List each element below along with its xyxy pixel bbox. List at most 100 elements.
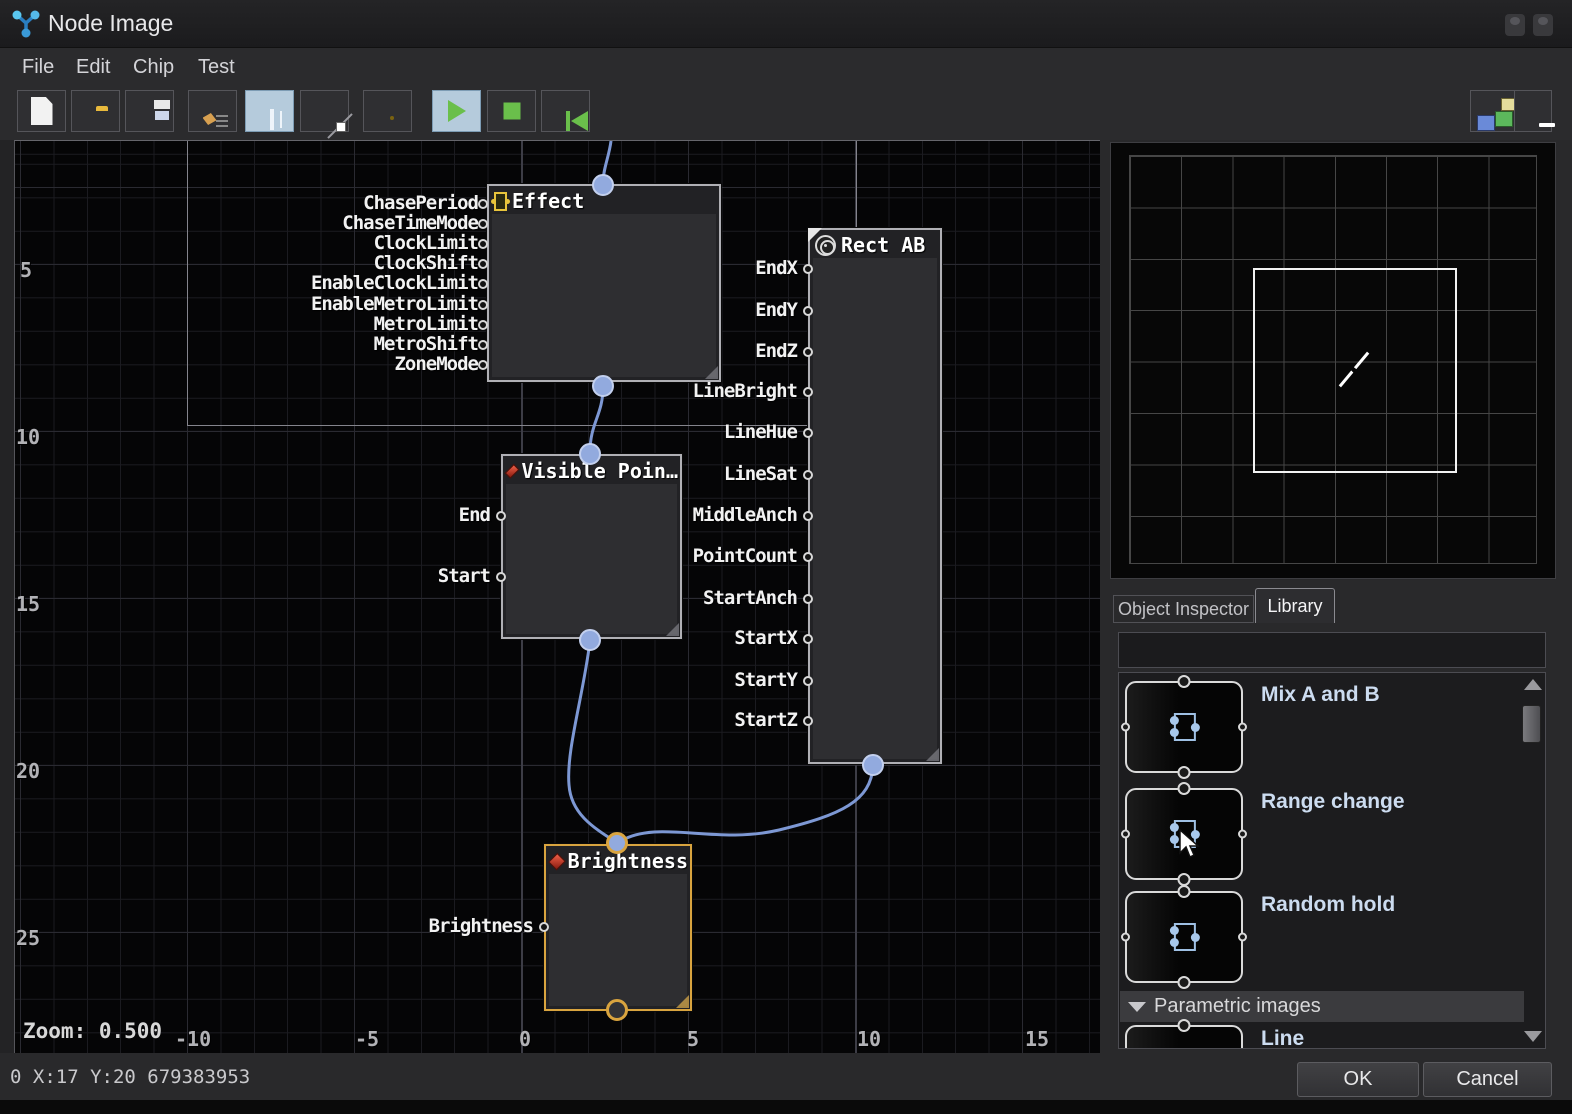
input-label: StartZ: [734, 709, 797, 731]
app-window: Node Image File Edit Chip Test Show it n…: [0, 0, 1572, 1114]
node-visible-points[interactable]: Visible Poin…: [501, 454, 682, 639]
layers-button[interactable]: [1470, 90, 1519, 132]
flow-port-in[interactable]: [592, 174, 614, 196]
scrollbar-thumb[interactable]: [1522, 705, 1541, 743]
open-file-button[interactable]: [71, 90, 120, 132]
library-item-thumbnail[interactable]: [1125, 891, 1243, 983]
new-file-button[interactable]: [17, 90, 66, 132]
tab-library[interactable]: Library: [1255, 588, 1335, 623]
resize-grip[interactable]: [666, 623, 679, 636]
diamond-icon: [548, 852, 565, 869]
input-pin[interactable]: [803, 306, 813, 316]
input-pin[interactable]: [478, 219, 488, 229]
input-pin[interactable]: [478, 259, 488, 269]
input-pin[interactable]: [803, 387, 813, 397]
library-section-parametric-images[interactable]: Parametric images: [1120, 991, 1524, 1022]
input-pin[interactable]: [803, 634, 813, 644]
input-pin[interactable]: [478, 340, 488, 350]
node-rect-ab[interactable]: Rect AB: [808, 228, 942, 764]
mouse-cursor: [1177, 829, 1203, 861]
input-label: MetroLimit: [374, 313, 478, 335]
play-button[interactable]: [432, 90, 481, 132]
input-pin[interactable]: [803, 716, 813, 726]
x-tick: 15: [1025, 1027, 1049, 1051]
input-pin[interactable]: [803, 264, 813, 274]
node-effect[interactable]: Effect: [487, 184, 721, 382]
wizard-button[interactable]: [188, 90, 237, 132]
tab-object-inspector[interactable]: Object Inspector: [1113, 595, 1254, 623]
input-label: EndY: [755, 299, 797, 321]
library-item-label[interactable]: Range change: [1261, 790, 1405, 814]
input-pin[interactable]: [539, 922, 549, 932]
flow-port-out[interactable]: [606, 999, 628, 1021]
input-pin[interactable]: [478, 300, 488, 310]
library-search-input[interactable]: [1118, 632, 1546, 668]
input-pin[interactable]: [478, 239, 488, 249]
scroll-up-icon[interactable]: [1524, 679, 1542, 690]
input-pin[interactable]: [496, 572, 506, 582]
flow-port-in[interactable]: [606, 832, 628, 854]
menu-file[interactable]: File: [22, 56, 54, 79]
flow-port-in[interactable]: [579, 443, 601, 465]
window-control-icon[interactable]: [1533, 14, 1553, 36]
window-control-icon[interactable]: [1505, 14, 1525, 36]
input-pin[interactable]: [478, 279, 488, 289]
input-label: MiddleAnch: [693, 504, 797, 526]
menu-test[interactable]: Test: [198, 56, 235, 79]
input-pin[interactable]: [803, 676, 813, 686]
bottom-strip: [0, 1100, 1572, 1114]
stop-button[interactable]: [487, 90, 536, 132]
grid-toggle-button[interactable]: [245, 90, 294, 132]
thumb-port-icon: [1178, 782, 1191, 795]
library-scrollbar[interactable]: [1521, 673, 1543, 1048]
preview-panel: [1110, 142, 1556, 579]
library-item-thumbnail[interactable]: [1125, 681, 1243, 773]
input-pin[interactable]: [478, 199, 488, 209]
scroll-down-icon[interactable]: [1524, 1031, 1542, 1042]
flow-port-out[interactable]: [862, 754, 884, 776]
tag-button[interactable]: [363, 90, 412, 132]
library-item-label[interactable]: Mix A and B: [1261, 683, 1380, 707]
new-file-icon: [31, 97, 53, 125]
node-canvas[interactable]: 5 10 15 20 25 -10 -5 0 5 10 15 Zoom: 0.5…: [14, 140, 1100, 1053]
library-item-label[interactable]: Random hold: [1261, 893, 1395, 917]
input-pin[interactable]: [803, 552, 813, 562]
library-item-label[interactable]: Line: [1261, 1027, 1304, 1049]
input-pin[interactable]: [478, 360, 488, 370]
connection-tool-button[interactable]: [300, 90, 349, 132]
preview-grid: [1129, 155, 1537, 564]
remove-button[interactable]: [1514, 90, 1552, 132]
thumb-port-icon: [1121, 830, 1130, 839]
app-logo-icon: [10, 8, 42, 40]
input-pin[interactable]: [478, 320, 488, 330]
input-pin[interactable]: [496, 511, 506, 521]
thumb-port-icon: [1178, 885, 1191, 898]
input-pin[interactable]: [803, 470, 813, 480]
save-button[interactable]: [125, 90, 174, 132]
flow-port-out[interactable]: [592, 375, 614, 397]
library-item-thumbnail[interactable]: [1125, 1025, 1243, 1049]
resize-grip[interactable]: [926, 748, 939, 761]
x-tick: 0: [519, 1027, 531, 1051]
input-label: LineHue: [724, 421, 797, 443]
flow-port-out[interactable]: [579, 629, 601, 651]
resize-grip[interactable]: [676, 995, 689, 1008]
input-label: LineSat: [724, 463, 797, 485]
input-pin[interactable]: [803, 511, 813, 521]
skip-to-start-button[interactable]: [541, 90, 590, 132]
menu-chip[interactable]: Chip: [133, 56, 174, 79]
title-bar: Node Image: [0, 0, 1572, 48]
input-pin[interactable]: [803, 594, 813, 604]
resize-grip[interactable]: [705, 366, 718, 379]
status-bar: 0 X:17 Y:20 679383953: [10, 1066, 250, 1088]
node-body: [492, 214, 716, 377]
node-brightness[interactable]: Brightness: [544, 844, 692, 1011]
input-pin[interactable]: [803, 428, 813, 438]
input-label: ChasePeriod: [363, 192, 478, 214]
node-title: Brightness: [568, 849, 688, 873]
thumb-port-icon: [1121, 933, 1130, 942]
menu-edit[interactable]: Edit: [76, 56, 110, 79]
cancel-button[interactable]: Cancel: [1423, 1062, 1552, 1097]
input-pin[interactable]: [803, 347, 813, 357]
ok-button[interactable]: OK: [1297, 1062, 1419, 1097]
